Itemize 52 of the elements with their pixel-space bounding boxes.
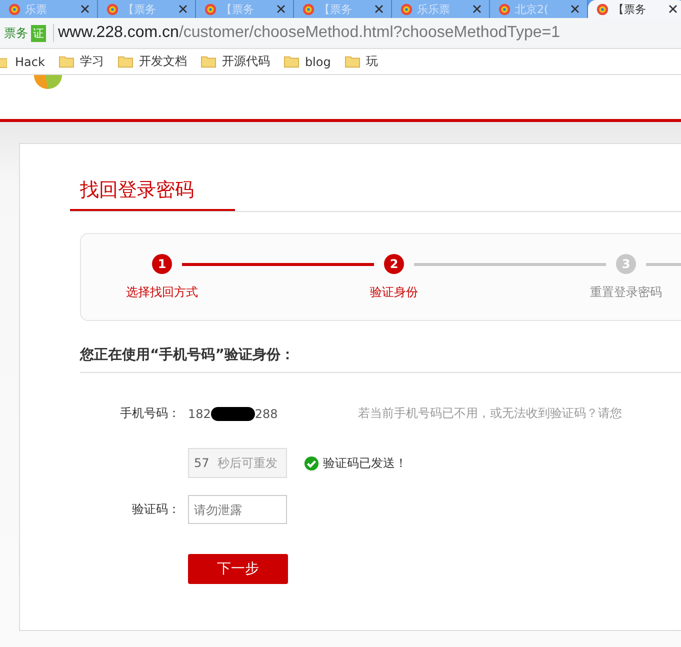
help-text: 若当前手机号码已不用，或无法收到验证码？请您 [358, 405, 622, 422]
globe-logo-icon [106, 2, 119, 16]
tab-title: 【票务 [613, 2, 647, 16]
tab-title: 【票务 [319, 2, 353, 16]
sent-message: 验证码已发送！ [323, 454, 407, 472]
next-button[interactable]: 下一步 [188, 554, 288, 584]
close-icon[interactable] [473, 5, 481, 13]
close-icon[interactable] [669, 5, 677, 13]
step-number: 1 [152, 254, 172, 274]
bookmark-item[interactable]: 学习 [58, 53, 104, 70]
step-label: 重置登录密码 [589, 284, 663, 301]
globe-logo-icon [400, 2, 413, 16]
step-label: 验证身份 [369, 284, 419, 301]
bookmark-item[interactable]: 开发文档 [118, 53, 187, 70]
close-icon[interactable] [375, 5, 383, 13]
code-input-field[interactable]: 请勿泄露 [188, 495, 287, 524]
globe-logo-icon [8, 2, 21, 16]
code-label: 验证码： [131, 501, 180, 518]
bookmark-item[interactable]: 开源代码 [200, 53, 270, 70]
globe-logo-icon [498, 2, 511, 16]
bookmark-item[interactable]: blog [284, 54, 331, 68]
close-icon[interactable] [571, 5, 579, 13]
tab-title: 乐乐票 [417, 2, 451, 16]
globe-logo-icon [204, 2, 217, 16]
phone-number: 182 288 [188, 406, 278, 420]
close-icon[interactable] [81, 5, 89, 13]
folder-icon [344, 55, 360, 68]
folder-icon [118, 55, 133, 68]
globe-logo-icon [596, 2, 609, 16]
folder-icon [200, 55, 216, 68]
tab-title: 【票务 [123, 2, 157, 16]
tab-title: 【票务 [221, 2, 255, 16]
section-heading: 您正在使用“手机号码”验证身份： [80, 346, 681, 373]
phone-label: 手机号码： [119, 405, 180, 422]
check-icon [304, 456, 319, 470]
address-field[interactable]: www.228.com.cn/customer/chooseMethod.html?chooseMethodType=1 [53, 24, 560, 42]
bookmark-item[interactable]: 玩 [344, 53, 378, 70]
folder-icon [284, 55, 299, 68]
tab-title: 乐票 [25, 2, 48, 16]
tab-title: 北京2( [515, 2, 550, 16]
close-icon[interactable] [277, 5, 285, 13]
verified-badge: 证 [31, 24, 46, 42]
bookmark-item[interactable]: Hack [15, 54, 45, 68]
browser-tab[interactable]: 【票务 [588, 0, 681, 18]
site-name: 票务 [4, 24, 28, 42]
folder-icon [58, 55, 74, 68]
step-label: 选择找回方式 [125, 284, 199, 301]
step-number: 2 [384, 254, 404, 274]
page-title: 找回登录密码 [70, 177, 235, 211]
logo-icon [34, 75, 62, 89]
globe-logo-icon [302, 2, 315, 16]
close-icon[interactable] [179, 5, 187, 13]
